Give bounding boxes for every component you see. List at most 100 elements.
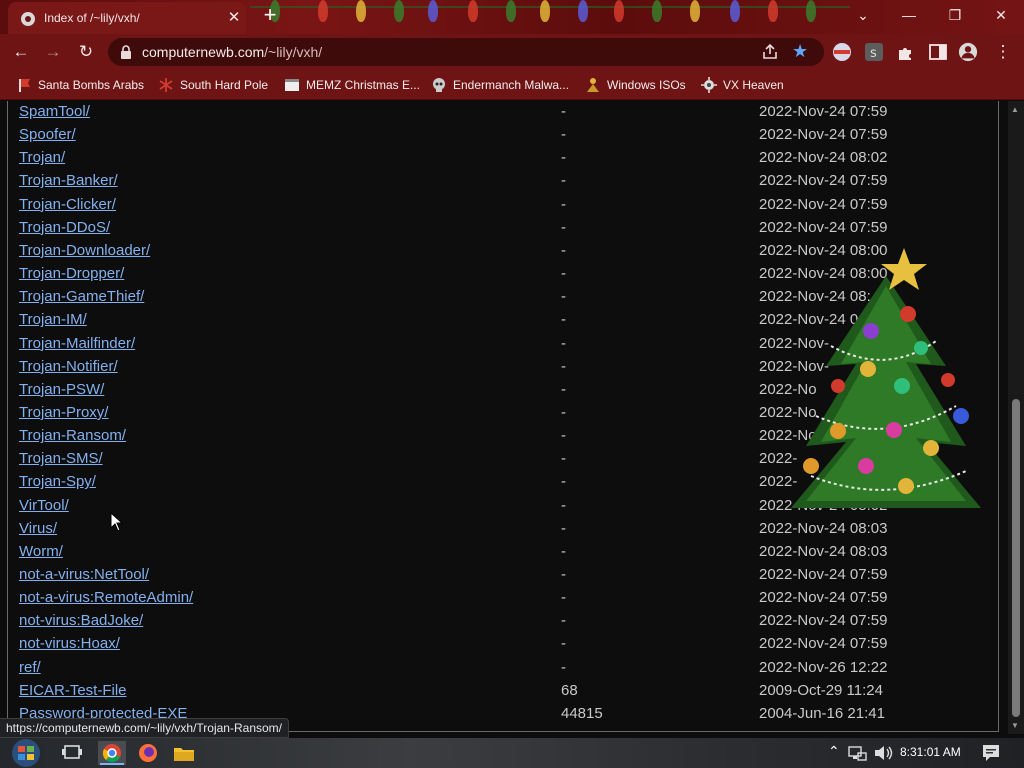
side-panel-icon[interactable] [928,42,948,62]
bookmark-label: Windows ISOs [607,78,686,92]
extension-s-icon[interactable]: s [864,42,884,62]
file-link[interactable]: Trojan-Mailfinder/ [19,335,135,352]
file-size: - [561,450,566,468]
share-icon[interactable] [760,42,780,62]
file-link[interactable]: Trojan-IM/ [19,311,87,328]
file-size: - [561,218,566,236]
file-link[interactable]: Trojan-Proxy/ [19,404,108,421]
file-link[interactable]: Spoofer/ [19,126,76,143]
lock-icon[interactable] [120,45,132,59]
firefox-taskbar-icon[interactable] [134,741,162,765]
volume-icon[interactable] [872,741,894,765]
file-link[interactable]: Trojan-Clicker/ [19,196,116,213]
bookmark-star-icon[interactable]: ★ [792,41,808,61]
christmas-light [318,0,328,22]
file-link[interactable]: not-virus:Hoax/ [19,635,120,652]
start-button[interactable] [8,738,44,768]
file-link[interactable]: Worm/ [19,543,63,560]
file-link[interactable]: Trojan-SMS/ [19,450,103,467]
file-link[interactable]: ref/ [19,659,41,676]
bookmark-item[interactable]: MEMZ Christmas E... [284,76,420,94]
file-size: - [561,473,566,491]
bookmarks-bar: Santa Bombs Arabs South Hard Pole MEMZ C… [0,70,1024,100]
file-link[interactable]: Trojan-Notifier/ [19,358,118,375]
scrollbar-thumb[interactable] [1012,399,1020,717]
table-row: not-virus:Hoax/ - 2022-Nov-24 07:59 [0,633,1000,656]
file-link[interactable]: Trojan-Banker/ [19,172,118,189]
tab-close-icon[interactable]: ✕ [224,8,244,28]
file-size: - [561,241,566,259]
file-link[interactable]: not-a-virus:RemoteAdmin/ [19,589,193,606]
christmas-light [806,0,816,22]
last-modified: 2022-Nov-24 07:59 [759,126,888,144]
bookmark-label: South Hard Pole [180,78,269,92]
restore-button[interactable]: ❐ [932,0,978,30]
address-bar[interactable]: computernewb.com/~lily/vxh/ ★ [108,38,824,66]
chrome-taskbar-icon[interactable] [98,741,126,765]
file-explorer-icon[interactable] [170,741,198,765]
table-row: ref/ - 2022-Nov-26 12:22 [0,657,1000,680]
page-scrollbar[interactable]: ▲ ▼ [1008,101,1024,734]
bookmark-item[interactable]: Windows ISOs [585,76,686,94]
taskbar-clock[interactable]: 8:31:01 AM [900,745,961,759]
christmas-light [394,0,404,22]
bookmark-item[interactable]: Endermanch Malwa... [431,76,569,94]
file-link[interactable]: Trojan-Downloader/ [19,242,150,259]
file-size: - [561,635,566,653]
file-link[interactable]: Trojan-PSW/ [19,381,104,398]
file-link[interactable]: VirTool/ [19,497,69,514]
table-row: Trojan-DDoS/ - 2022-Nov-24 07:59 [0,217,1000,240]
tab-active[interactable]: Index of /~lily/vxh/ ✕ [8,2,246,34]
bookmark-item[interactable]: South Hard Pole [158,76,268,94]
browser-title-bar: Index of /~lily/vxh/ ✕ + ⌄ — ❐ ✕ [0,0,1024,34]
christmas-light [428,0,438,22]
reload-button[interactable]: ↻ [73,39,99,65]
scroll-down-icon[interactable]: ▼ [1011,721,1019,730]
christmas-light [768,0,778,22]
last-modified: 2022-Nov-24 07:59 [759,566,888,583]
back-button[interactable]: ← [8,39,34,65]
file-size: - [561,566,566,583]
file-size: - [561,103,566,120]
table-row: EICAR-Test-File 68 2009-Oct-29 11:24 [0,680,1000,703]
file-link[interactable]: not-virus:BadJoke/ [19,612,143,629]
file-size: - [561,172,566,190]
file-link[interactable]: Trojan-Ransom/ [19,427,126,444]
bookmark-label: Santa Bombs Arabs [38,78,145,92]
new-tab-button[interactable]: + [258,4,282,28]
file-link[interactable]: Trojan-DDoS/ [19,219,110,236]
last-modified: 2022-Nov-24 07:59 [759,218,888,236]
site-favicon-icon [21,12,35,26]
forward-button[interactable]: → [40,39,66,65]
bookmark-item[interactable]: Santa Bombs Arabs [16,76,144,94]
table-row: Spoofer/ - 2022-Nov-24 07:59 [0,124,1000,147]
notifications-icon[interactable] [980,741,1002,765]
file-size: - [561,334,566,352]
file-size: - [561,380,566,398]
menu-kebab-icon[interactable]: ⋮ [990,39,1016,65]
file-link[interactable]: Trojan-GameThief/ [19,288,144,305]
profile-avatar-icon[interactable] [958,42,978,62]
file-link[interactable]: Virus/ [19,520,57,537]
table-row: Worm/ - 2022-Nov-24 08:03 [0,541,1000,564]
file-link[interactable]: Trojan-Spy/ [19,473,96,490]
minimize-button[interactable]: — [886,0,932,30]
close-window-button[interactable]: ✕ [978,0,1024,30]
network-icon[interactable] [846,741,868,765]
file-link[interactable]: not-a-virus:NetTool/ [19,566,149,583]
file-link[interactable]: EICAR-Test-File [19,682,127,699]
extension-flag-icon[interactable] [832,42,852,62]
tray-chevron-up-icon[interactable]: ⌃ [828,743,840,760]
scroll-up-icon[interactable]: ▲ [1011,105,1019,114]
file-link[interactable]: Trojan/ [19,149,65,166]
christmas-light [690,0,700,22]
christmas-light [652,0,662,22]
tab-search-chevron-icon[interactable]: ⌄ [840,0,886,30]
task-view-icon[interactable] [58,741,86,765]
bookmark-item[interactable]: VX Heaven [701,76,784,94]
extensions-puzzle-icon[interactable] [896,42,916,62]
file-link[interactable]: Trojan-Dropper/ [19,265,124,282]
file-link[interactable]: SpamTool/ [19,103,90,120]
last-modified: 2004-Jun-16 21:41 [759,704,885,722]
virus-icon [701,77,717,93]
